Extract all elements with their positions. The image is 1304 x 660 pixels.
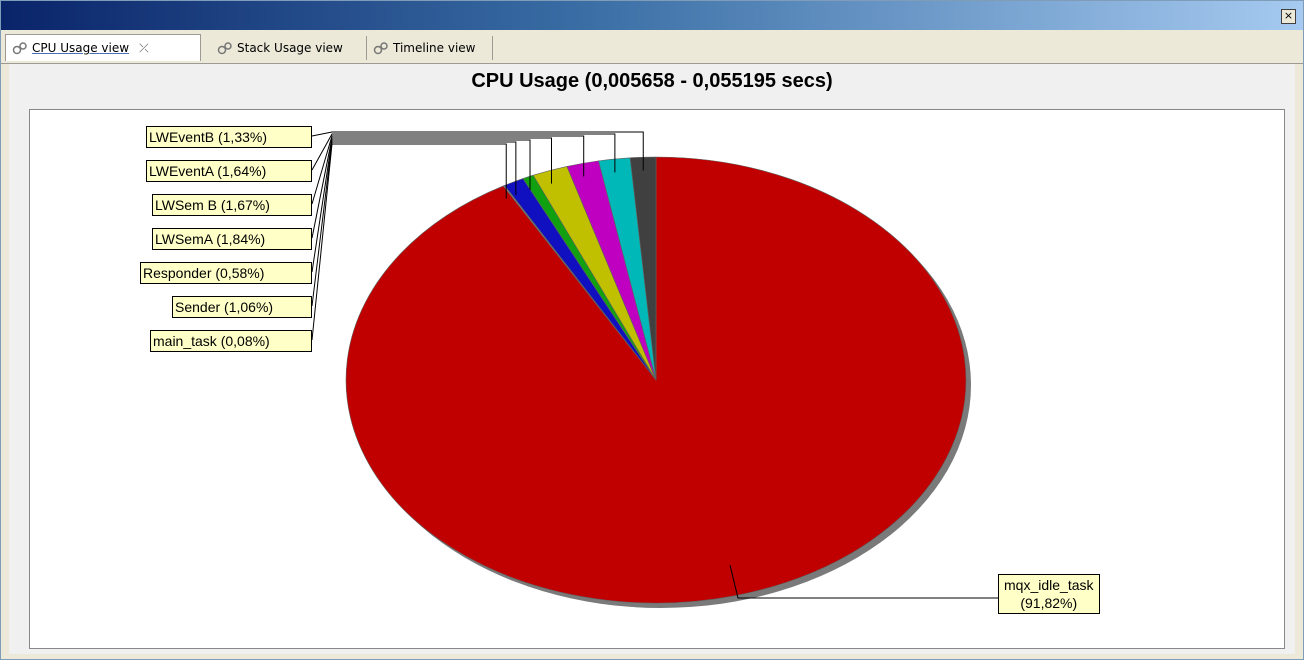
cpu-usage-panel: CPU Usage (0,005658 - 0,055195 secs) mai…	[9, 64, 1295, 654]
gear-icon	[217, 42, 232, 55]
pie-slice-label: Sender (1,06%)	[172, 296, 312, 318]
pie-slice-label-value: (91,82%)	[1020, 595, 1078, 611]
cpu-usage-window: × CPU Usage view ⤫ Stack Usage view Time…	[0, 0, 1304, 660]
pie-slice-label: mqx_idle_task (91,82%)	[998, 574, 1100, 614]
view-tabstrip: CPU Usage view ⤫ Stack Usage view Timeli…	[1, 30, 1303, 80]
tab-label: Timeline view	[393, 41, 476, 55]
chart-title: CPU Usage (0,005658 - 0,055195 secs)	[471, 70, 833, 92]
pie-slice-label: Responder (0,58%)	[140, 262, 312, 284]
pie-chart-area: main_task (0,08%) Sender (1,06%) Responder…	[29, 109, 1285, 649]
tab-cpu-usage-view[interactable]: CPU Usage view ⤫	[5, 34, 201, 61]
tab-label: CPU Usage view	[32, 41, 130, 55]
pie-slice-label: LWEventA (1,64%)	[146, 160, 312, 182]
tab-close-icon[interactable]: ⤫	[139, 41, 149, 56]
pie-slice-label-name: mqx_idle_task	[1004, 577, 1094, 593]
tab-stack-usage-view[interactable]: Stack Usage view	[211, 36, 367, 60]
pie-slice-label: LWEventB (1,33%)	[146, 126, 312, 148]
pie-chart	[311, 131, 998, 608]
pie-slice-label: LWSemA (1,84%)	[152, 228, 312, 250]
pie-slice-label: main_task (0,08%)	[150, 330, 312, 352]
window-titlebar: ×	[1, 1, 1303, 30]
gear-icon	[373, 42, 388, 55]
close-window-button[interactable]: ×	[1281, 9, 1296, 24]
pie-slice-label: LWSem B (1,67%)	[152, 194, 312, 216]
tab-label: Stack Usage view	[237, 41, 343, 55]
gear-icon	[12, 42, 27, 55]
tab-timeline-view[interactable]: Timeline view	[367, 36, 493, 60]
